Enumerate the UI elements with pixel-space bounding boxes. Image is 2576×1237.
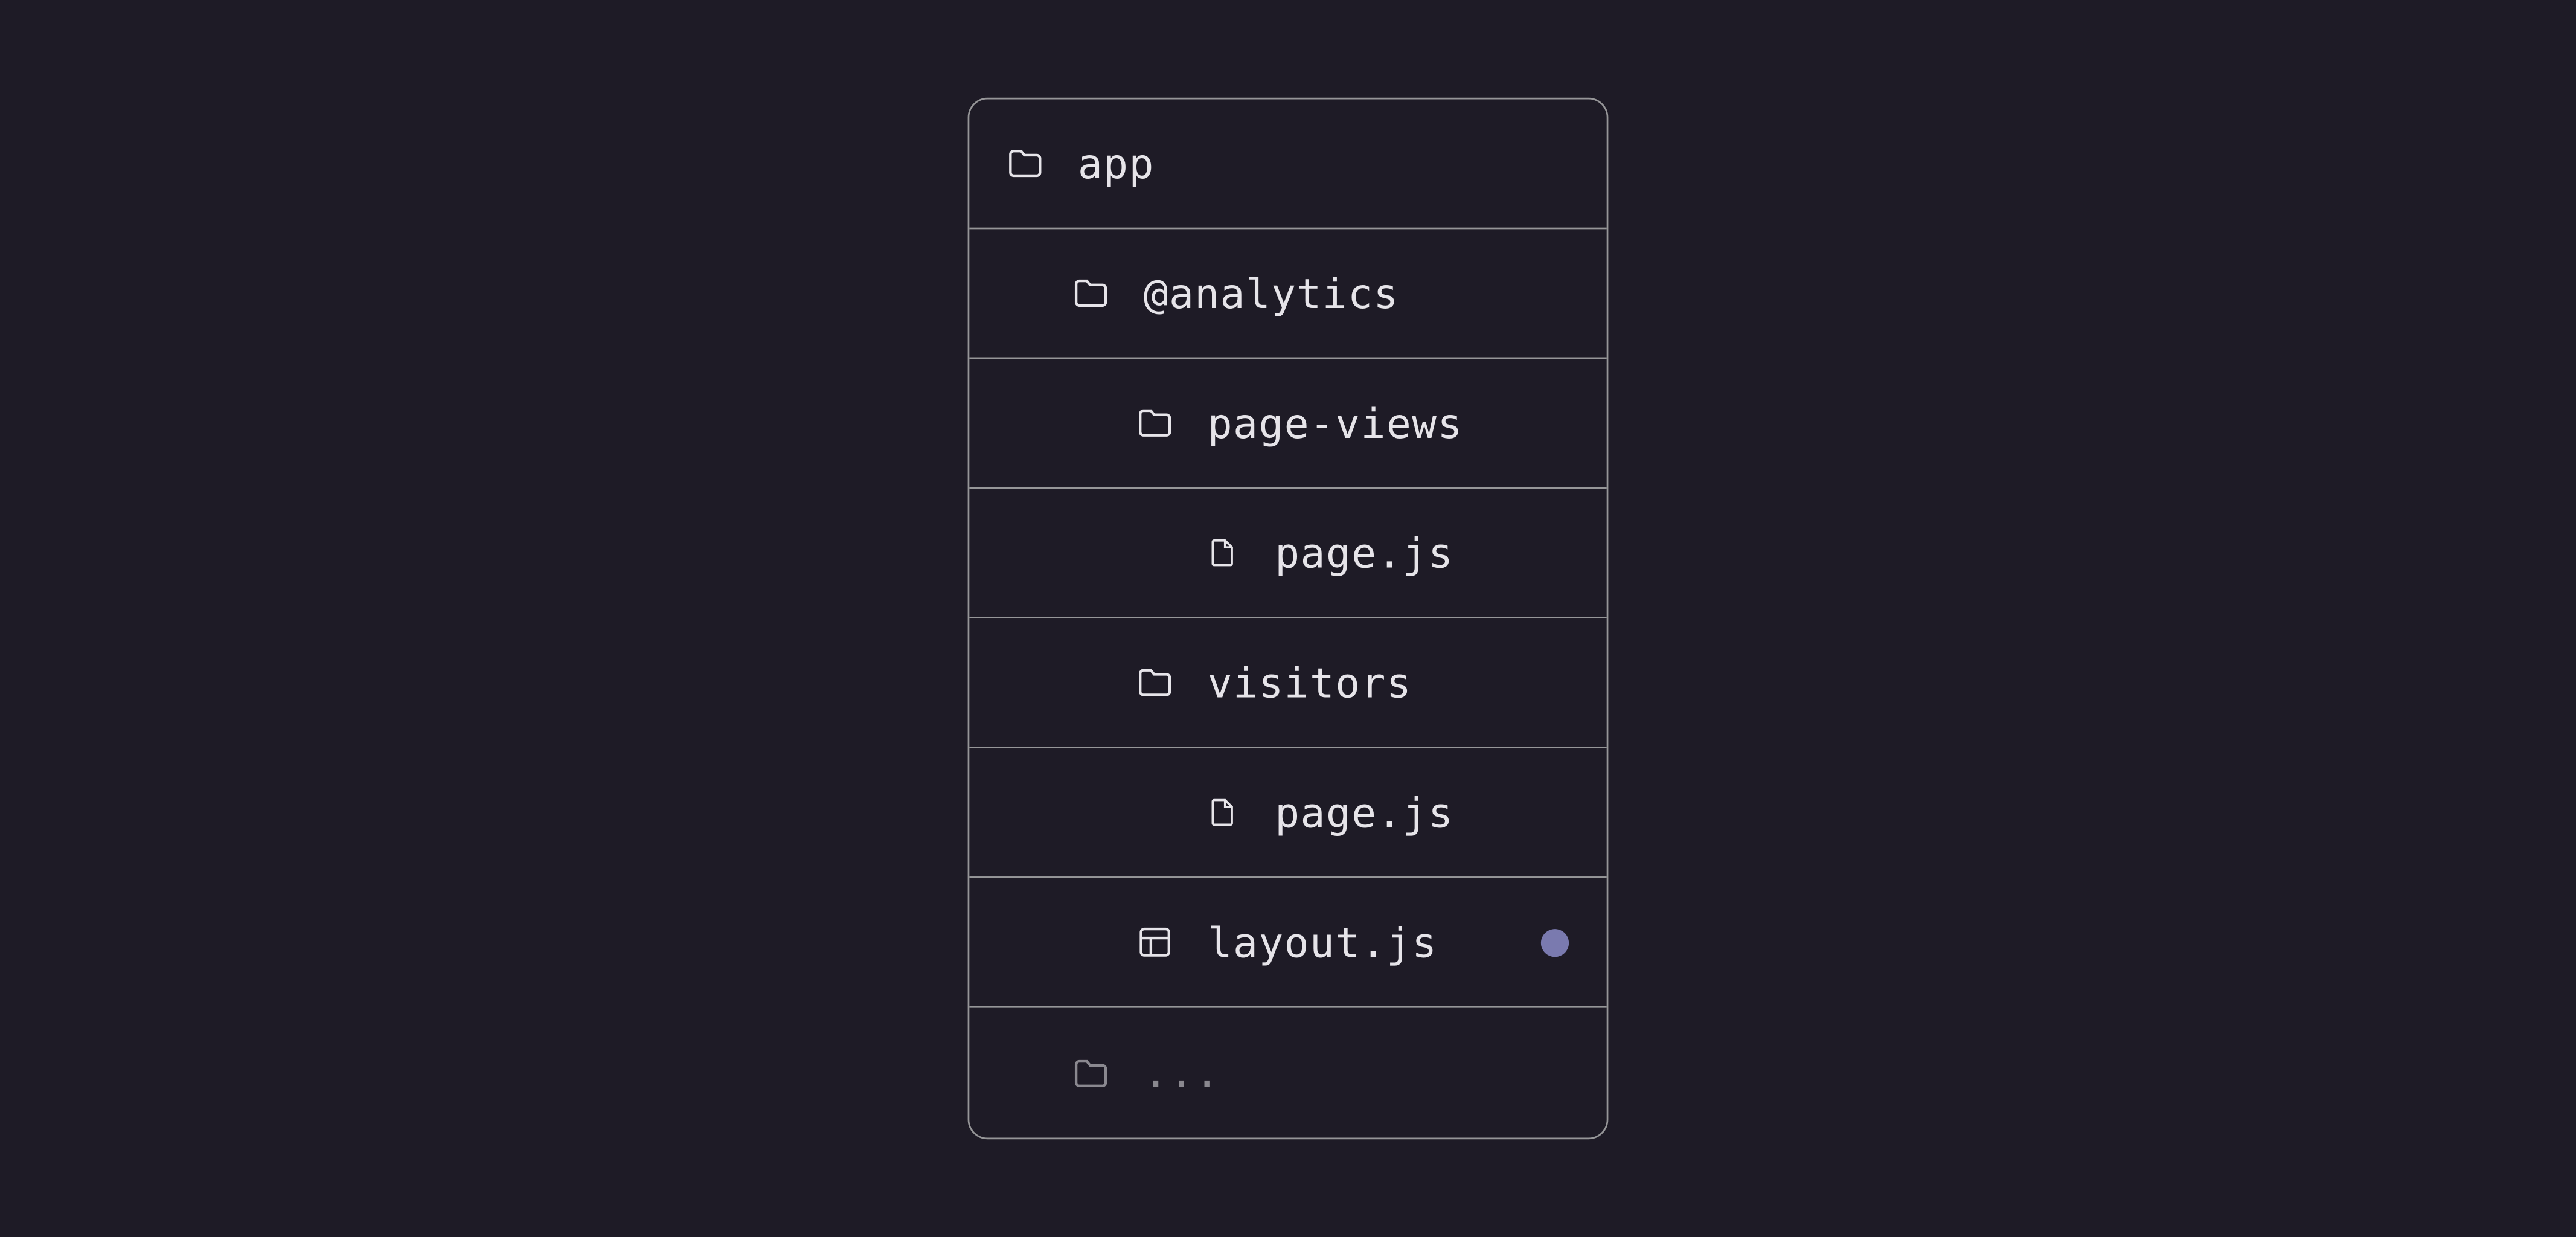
tree-row[interactable]: visitors — [969, 618, 1606, 748]
tree-row[interactable]: @analytics — [969, 229, 1606, 359]
tree-row-label: app — [1078, 140, 1155, 187]
file-icon — [1203, 533, 1242, 573]
tree-row-label: ... — [1144, 1049, 1220, 1097]
folder-icon — [1071, 274, 1110, 313]
tree-row-label: @analytics — [1144, 269, 1399, 317]
layout-icon — [1135, 922, 1174, 962]
tree-row[interactable]: page-views — [969, 359, 1606, 489]
file-icon — [1203, 792, 1242, 832]
file-tree: app @analytics page-views page.js visito — [968, 98, 1609, 1139]
tree-row[interactable]: ... — [969, 1008, 1606, 1138]
folder-icon — [1005, 144, 1045, 183]
tree-row-label: layout.js — [1208, 918, 1438, 966]
folder-icon — [1135, 403, 1174, 443]
tree-row-label: page-views — [1208, 399, 1463, 447]
tree-row[interactable]: app — [969, 99, 1606, 229]
tree-row[interactable]: page.js — [969, 748, 1606, 878]
modified-dot-icon — [1541, 928, 1569, 956]
folder-icon — [1135, 663, 1174, 702]
tree-row-label: page.js — [1275, 529, 1453, 577]
tree-row[interactable]: layout.js — [969, 878, 1606, 1008]
tree-row-label: page.js — [1275, 789, 1453, 837]
tree-row-label: visitors — [1208, 659, 1412, 707]
folder-icon — [1071, 1053, 1110, 1092]
tree-row[interactable]: page.js — [969, 489, 1606, 618]
